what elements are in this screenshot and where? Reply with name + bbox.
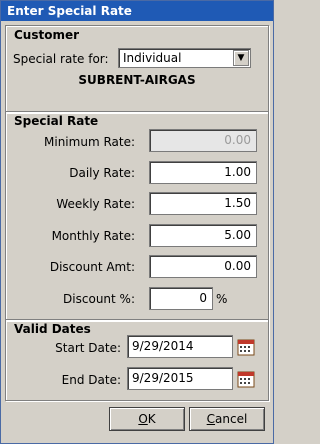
- weekly-rate-field[interactable]: 1.50: [149, 192, 257, 215]
- start-date-label: Start Date:: [55, 341, 121, 355]
- minimum-rate-field: 0.00: [149, 129, 257, 152]
- monthly-rate-field[interactable]: 5.00: [149, 224, 257, 247]
- daily-rate-field[interactable]: 1.00: [149, 161, 257, 184]
- valid-dates-group-title: Valid Dates: [14, 322, 91, 336]
- special-rate-for-select[interactable]: Individual ▼: [118, 48, 251, 68]
- minimum-rate-label: Minimum Rate:: [44, 135, 135, 149]
- dialog-window: Enter Special Rate Customer Special rate…: [0, 0, 274, 444]
- customer-group-title: Customer: [14, 28, 80, 42]
- percent-suffix: %: [216, 292, 228, 306]
- discount-amt-field[interactable]: 0.00: [149, 255, 257, 278]
- customer-name: SUBRENT-AIRGAS: [78, 73, 196, 87]
- cancel-button[interactable]: Cancel: [189, 407, 265, 431]
- calendar-icon[interactable]: [236, 337, 256, 357]
- window-title: Enter Special Rate: [1, 1, 273, 21]
- weekly-rate-label: Weekly Rate:: [56, 197, 135, 211]
- daily-rate-label: Daily Rate:: [69, 166, 135, 180]
- cancel-label-rest: ancel: [215, 412, 248, 426]
- discount-pct-label: Discount %:: [63, 292, 135, 306]
- discount-pct-field[interactable]: 0: [149, 287, 213, 310]
- end-date-field[interactable]: 9/29/2015: [127, 367, 233, 390]
- calendar-icon[interactable]: [236, 369, 256, 389]
- special-rate-for-label: Special rate for:: [13, 52, 109, 66]
- ok-label-rest: K: [147, 412, 156, 426]
- ok-mnemonic: O: [138, 412, 148, 426]
- monthly-rate-label: Monthly Rate:: [51, 229, 135, 243]
- customer-group: Customer: [5, 25, 269, 113]
- end-date-label: End Date:: [61, 373, 121, 387]
- start-date-field[interactable]: 9/29/2014: [127, 335, 233, 358]
- ok-button[interactable]: OK: [109, 407, 185, 431]
- discount-amt-label: Discount Amt:: [49, 260, 135, 274]
- special-rate-for-value: Individual: [123, 51, 182, 65]
- cancel-mnemonic: C: [206, 412, 216, 426]
- special-rate-group-title: Special Rate: [14, 114, 99, 128]
- chevron-down-icon[interactable]: ▼: [233, 50, 249, 66]
